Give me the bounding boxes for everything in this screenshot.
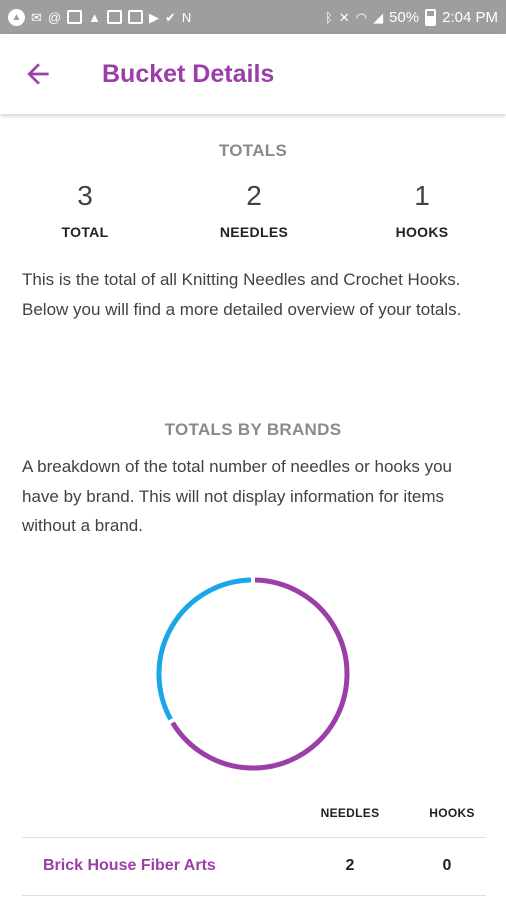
column-header-hooks: HOOKS <box>429 806 475 820</box>
calendar-icon <box>106 10 122 24</box>
play-icon: ▶ <box>148 9 159 25</box>
n-icon: N <box>181 9 192 25</box>
stat-hooks: 1 HOOKS <box>352 180 492 240</box>
table-divider <box>22 837 486 838</box>
table-divider-bottom <box>22 895 486 896</box>
check-icon: ✔ <box>164 9 176 25</box>
donut-segment-hooks <box>156 577 252 721</box>
brand-row-needles: 2 <box>345 857 355 874</box>
stat-needles-label: NEEDLES <box>219 224 289 240</box>
signal-icon: ◢ <box>373 9 384 25</box>
stat-total-value: 3 <box>77 180 93 211</box>
card-icon <box>127 10 143 24</box>
stat-total: 3 TOTAL <box>15 180 155 240</box>
warning-icon: ▲ <box>88 9 101 25</box>
arrow-back-icon <box>27 63 49 85</box>
totals-description: This is the total of all Knitting Needle… <box>22 270 462 319</box>
column-header-needles: NEEDLES <box>320 806 380 820</box>
totals-heading: TOTALS <box>218 141 288 160</box>
donut-segments <box>156 577 350 771</box>
stat-hooks-value: 1 <box>414 180 430 211</box>
status-bar: ▲ ✉ @ ▲ ▶ ✔ N ᛒ ✕ ◠ ◢ 50% 2:04 PM <box>0 0 506 34</box>
battery-icon <box>425 8 437 26</box>
back-button[interactable] <box>8 44 68 104</box>
stat-total-label: TOTAL <box>61 224 109 240</box>
status-time: 2:04 PM <box>442 8 498 26</box>
stat-needles: 2 NEEDLES <box>184 180 324 240</box>
brands-donut-chart <box>156 577 350 771</box>
status-left-icons: ▲ ✉ @ ▲ ▶ ✔ N <box>8 8 192 26</box>
app-bar: Bucket Details <box>0 34 506 114</box>
bluetooth-icon: ᛒ <box>325 9 333 25</box>
wifi-icon: ◠ <box>355 9 368 25</box>
brand-row-name[interactable]: Brick House Fiber Arts <box>43 857 216 875</box>
battery-percent: 50% <box>389 8 420 26</box>
brand-row-hooks: 0 <box>442 857 452 874</box>
mute-icon: ✕ <box>338 9 350 25</box>
stat-hooks-label: HOOKS <box>395 224 449 240</box>
brands-heading: TOTALS BY BRANDS <box>164 420 342 439</box>
gmail-icon: ✉ <box>31 9 42 25</box>
page-title: Bucket Details <box>102 59 275 88</box>
stat-needles-value: 2 <box>246 180 262 211</box>
app-circle-icon: ▲ <box>8 8 25 26</box>
status-right-icons: ᛒ ✕ ◠ ◢ 50% 2:04 PM <box>325 8 498 26</box>
donut-segment-needles <box>170 577 350 771</box>
at-icon: @ <box>47 9 62 25</box>
brands-description: A breakdown of the total number of needl… <box>22 457 452 535</box>
image-icon <box>67 10 83 24</box>
